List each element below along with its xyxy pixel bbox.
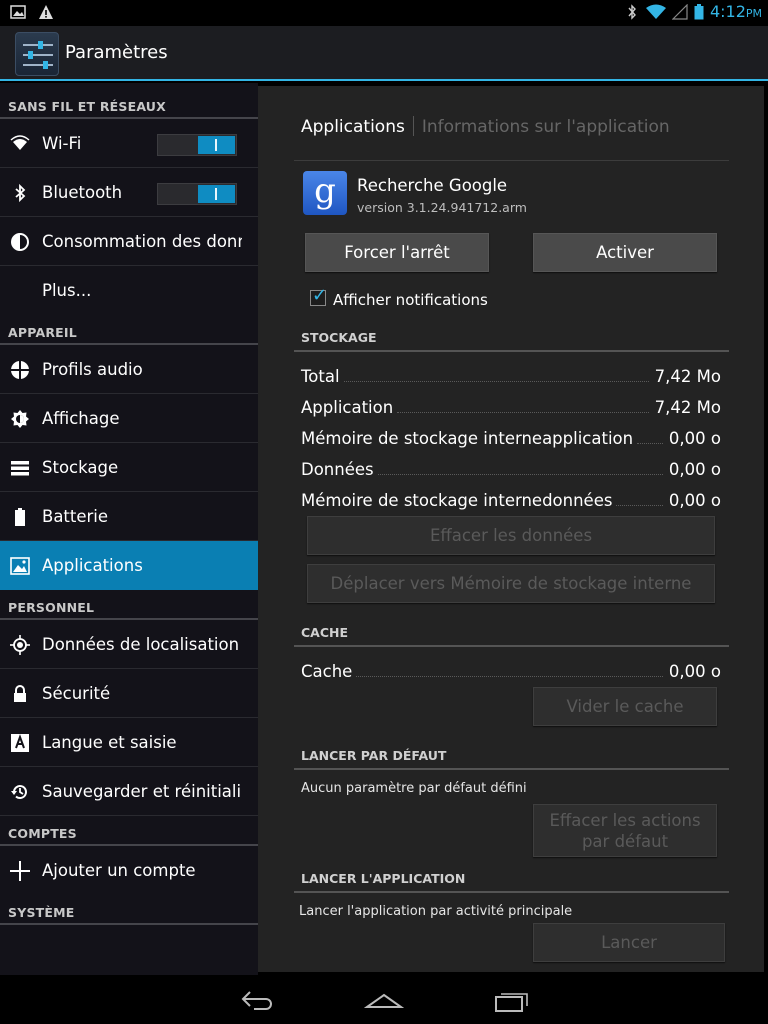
storage-row-internal-app: Mémoire de stockage interneapplication 0,… bbox=[301, 429, 721, 448]
sidebar-item-label: Stockage bbox=[42, 458, 119, 477]
sidebar-item-applications[interactable]: Applications bbox=[0, 541, 258, 590]
sidebar-item-more[interactable]: Plus... bbox=[0, 266, 258, 315]
audio-profiles-icon bbox=[11, 361, 29, 379]
sidebar-item-label: Profils audio bbox=[42, 360, 143, 379]
backup-icon bbox=[11, 785, 27, 800]
clock: 4:12PM bbox=[709, 2, 762, 21]
show-notifications-checkbox[interactable] bbox=[310, 285, 327, 306]
bluetooth-toggle[interactable] bbox=[157, 183, 237, 205]
language-icon bbox=[11, 734, 29, 752]
app-version: version 3.1.24.941712.arm bbox=[357, 200, 527, 215]
force-stop-button[interactable]: Forcer l'arrêt bbox=[305, 233, 489, 272]
home-icon[interactable] bbox=[364, 987, 404, 1013]
clear-cache-button[interactable]: Vider le cache bbox=[533, 687, 717, 726]
enable-button[interactable]: Activer bbox=[533, 233, 717, 272]
sidebar-item-label: Ajouter un compte bbox=[42, 861, 196, 880]
launch-default-header: LANCER PAR DÉFAUT bbox=[301, 748, 447, 763]
sidebar-item-label: Données de localisation bbox=[42, 635, 240, 654]
sidebar-item-wifi[interactable]: Wi-Fi bbox=[0, 119, 258, 168]
launch-app-text: Lancer l'application par activité princi… bbox=[299, 904, 573, 919]
signal-icon bbox=[671, 3, 688, 20]
warning-icon bbox=[39, 5, 53, 19]
sidebar-item-battery[interactable]: Batterie bbox=[0, 492, 258, 541]
divider bbox=[294, 768, 729, 770]
sidebar-item-label: Sauvegarder et réinitialiser bbox=[42, 782, 242, 801]
sidebar-item-storage[interactable]: Stockage bbox=[0, 443, 258, 492]
storage-row-total: Total 7,42 Mo bbox=[301, 367, 721, 386]
divider bbox=[294, 350, 729, 352]
sidebar-item-label: Langue et saisie bbox=[42, 733, 177, 752]
show-notifications-label: Afficher notifications bbox=[333, 291, 488, 309]
plus-icon bbox=[10, 861, 30, 881]
cache-header: CACHE bbox=[301, 625, 349, 640]
divider bbox=[294, 891, 729, 893]
sidebar-item-audio-profiles[interactable]: Profils audio bbox=[0, 345, 258, 394]
sidebar-item-backup[interactable]: Sauvegarder et réinitialiser bbox=[0, 767, 258, 816]
image-icon bbox=[10, 5, 26, 19]
brightness-icon bbox=[11, 410, 29, 428]
app-info-panel: Applications Informations sur l'applicati… bbox=[258, 83, 768, 975]
sidebar-item-label: Consommation des données bbox=[42, 232, 242, 251]
section-header-system: SYSTÈME bbox=[0, 895, 258, 925]
cache-row: Cache 0,00 o bbox=[301, 662, 721, 681]
storage-row-data: Données 0,00 o bbox=[301, 460, 721, 479]
action-bar: Paramètres bbox=[0, 26, 768, 81]
divider bbox=[294, 645, 729, 647]
section-header-personal: PERSONNEL bbox=[0, 590, 258, 620]
page-title: Paramètres bbox=[65, 42, 168, 63]
sidebar-item-add-account[interactable]: Ajouter un compte bbox=[0, 846, 258, 895]
sidebar-item-location[interactable]: Données de localisation bbox=[0, 620, 258, 669]
sidebar-item-label: Affichage bbox=[42, 409, 120, 428]
divider bbox=[294, 160, 729, 161]
bluetooth-icon bbox=[628, 3, 636, 20]
app-name: Recherche Google bbox=[357, 176, 508, 195]
section-header-accounts: COMPTES bbox=[0, 816, 258, 846]
sidebar-item-security[interactable]: Sécurité bbox=[0, 669, 258, 718]
storage-icon bbox=[11, 461, 29, 476]
settings-sliders-icon[interactable] bbox=[15, 32, 59, 76]
settings-sidebar: SANS FIL ET RÉSEAUX Wi-Fi Bluetooth Cons… bbox=[0, 83, 258, 975]
sidebar-item-label: Plus... bbox=[42, 281, 92, 300]
toggle-knob bbox=[198, 185, 235, 203]
google-search-app-icon: g bbox=[303, 171, 347, 215]
move-to-internal-storage-button[interactable]: Déplacer vers Mémoire de stockage intern… bbox=[307, 564, 715, 603]
location-icon bbox=[10, 635, 30, 655]
storage-header: STOCKAGE bbox=[301, 330, 377, 345]
breadcrumb-applications[interactable]: Applications bbox=[301, 117, 405, 137]
wifi-icon bbox=[10, 135, 30, 150]
clear-defaults-button[interactable]: Effacer les actions par défaut bbox=[533, 804, 717, 857]
breadcrumb-app-info: Informations sur l'application bbox=[421, 117, 670, 137]
storage-row-application: Application 7,42 Mo bbox=[301, 398, 721, 417]
wifi-toggle[interactable] bbox=[157, 134, 237, 156]
sidebar-item-label: Batterie bbox=[42, 507, 109, 526]
breadcrumb: Applications Informations sur l'applicati… bbox=[301, 116, 670, 137]
sidebar-item-label: Sécurité bbox=[42, 684, 111, 703]
launch-default-text: Aucun paramètre par défaut défini bbox=[301, 781, 527, 796]
lock-icon bbox=[14, 685, 26, 702]
app-info-card: Applications Informations sur l'applicati… bbox=[258, 86, 764, 972]
sidebar-item-label: Applications bbox=[42, 556, 143, 575]
storage-row-internal-data: Mémoire de stockage internedonnées 0,00 o bbox=[301, 491, 721, 510]
sidebar-item-bluetooth[interactable]: Bluetooth bbox=[0, 168, 258, 217]
toggle-knob bbox=[198, 136, 235, 154]
recent-apps-icon[interactable] bbox=[493, 987, 533, 1013]
sidebar-item-data-usage[interactable]: Consommation des données bbox=[0, 217, 258, 266]
applications-icon bbox=[10, 557, 30, 575]
battery-icon bbox=[694, 3, 704, 19]
sidebar-item-language[interactable]: Langue et saisie bbox=[0, 718, 258, 767]
back-icon[interactable] bbox=[236, 987, 276, 1013]
launch-button[interactable]: Lancer bbox=[533, 923, 725, 962]
wifi-icon bbox=[645, 4, 666, 19]
status-bar: 4:12PM bbox=[0, 0, 768, 26]
section-header-wireless: SANS FIL ET RÉSEAUX bbox=[0, 89, 258, 119]
navigation-bar bbox=[0, 975, 768, 1024]
launch-app-header: LANCER L'APPLICATION bbox=[301, 871, 466, 886]
bluetooth-icon bbox=[15, 183, 26, 203]
section-header-device: APPAREIL bbox=[0, 315, 258, 345]
data-usage-icon bbox=[11, 233, 29, 251]
clear-data-button[interactable]: Effacer les données bbox=[307, 516, 715, 555]
sidebar-item-display[interactable]: Affichage bbox=[0, 394, 258, 443]
battery-icon bbox=[15, 508, 25, 526]
